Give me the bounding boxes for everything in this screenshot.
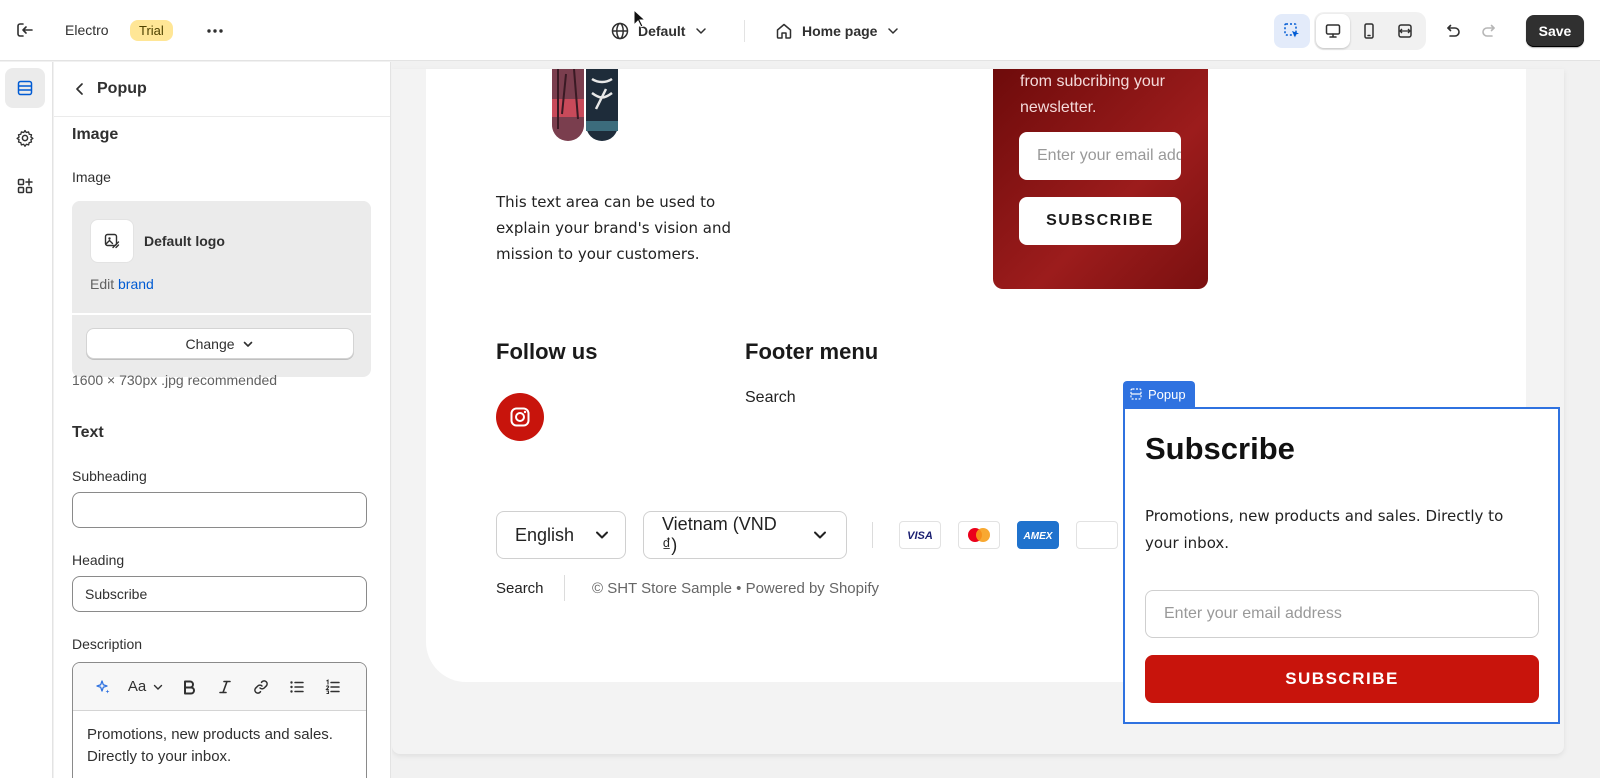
fullwidth-view-icon[interactable] (1388, 14, 1422, 48)
footer-divider (564, 575, 565, 601)
image-section-title: Image (72, 126, 119, 143)
image-placeholder-icon (90, 219, 134, 263)
redo-icon[interactable] (1479, 20, 1501, 42)
footer-menu-heading: Footer menu (745, 339, 879, 364)
popup-subscribe-button[interactable]: SUBSCRIBE (1145, 655, 1539, 703)
amex-wordmark: AMEX (1023, 531, 1054, 541)
footer-divider (872, 522, 873, 548)
image-picker-preview: Default logo Edit brand (72, 201, 371, 315)
store-preview: This text area can be used to explain yo… (392, 69, 1564, 754)
subheading-input[interactable] (72, 492, 367, 528)
store-name[interactable]: Electro (65, 22, 109, 38)
text-style-dropdown[interactable]: Aa (121, 672, 171, 702)
currency-value: Vietnam (VND ₫) (662, 514, 777, 555)
chevron-down-icon (152, 681, 164, 693)
footer-search-link[interactable]: Search (496, 580, 544, 597)
popup-heading: Subscribe (1145, 431, 1295, 466)
globe-icon (610, 21, 630, 41)
back-arrow-icon[interactable] (70, 79, 90, 99)
mastercard-icon (958, 521, 1000, 549)
editor-left-rail (0, 62, 53, 778)
theme-selector[interactable]: Default (610, 19, 709, 43)
panel-title: Popup (97, 80, 147, 97)
description-text[interactable]: Promotions, new products and sales. Dire… (73, 711, 366, 778)
heading-input[interactable] (72, 576, 367, 612)
numbered-list-icon[interactable] (315, 672, 351, 702)
exit-icon[interactable] (14, 19, 36, 41)
subheading-label: Subheading (72, 468, 147, 484)
language-value: English (515, 524, 575, 545)
currency-selector[interactable]: Vietnam (VND ₫) (643, 511, 847, 559)
follow-heading: Follow us (496, 339, 598, 364)
editor-topbar: Electro Trial Default Home page Save (0, 0, 1600, 61)
description-editor: Aa Promotions, new products and sales. D… (72, 662, 367, 778)
footer-menu-search-link[interactable]: Search (745, 389, 796, 407)
more-actions-icon[interactable] (204, 20, 226, 42)
language-selector[interactable]: English (496, 511, 626, 559)
visa-icon: VISA (899, 521, 941, 549)
apps-icon[interactable] (5, 166, 45, 206)
newsletter-block: from subcribing your newsletter. Enter y… (993, 69, 1208, 289)
section-grid-icon (1130, 388, 1142, 400)
rich-text-toolbar: Aa (73, 663, 366, 711)
mouse-cursor-icon (633, 9, 647, 29)
popup-selection-tag[interactable]: Popup (1123, 381, 1195, 407)
amex-icon: AMEX (1017, 521, 1059, 549)
undo-icon[interactable] (1441, 20, 1463, 42)
chevron-down-icon (812, 527, 828, 543)
edit-brand-line: Edit brand (90, 276, 154, 292)
italic-icon[interactable] (207, 672, 243, 702)
snowboard-image (546, 69, 626, 147)
inspector-select-icon[interactable] (1274, 14, 1310, 48)
image-picker: Default logo Edit brand Change (72, 201, 371, 377)
chevron-down-icon (693, 23, 709, 39)
sections-icon[interactable] (5, 68, 45, 108)
chevron-down-icon (594, 527, 610, 543)
save-button[interactable]: Save (1526, 15, 1584, 47)
popup-tag-label: Popup (1148, 386, 1186, 402)
page-label: Home page (802, 23, 878, 39)
page-selector[interactable]: Home page (774, 19, 901, 43)
logo-name: Default logo (144, 233, 225, 249)
payment-icon (1076, 521, 1118, 549)
home-icon (774, 21, 794, 41)
footer-section: This text area can be used to explain yo… (426, 69, 1560, 724)
edit-brand-link[interactable]: brand (118, 276, 154, 292)
text-section-title: Text (72, 424, 104, 441)
topbar-divider (744, 20, 745, 42)
change-image-button[interactable]: Change (86, 328, 354, 359)
trial-badge: Trial (130, 20, 173, 41)
desktop-view-icon[interactable] (1316, 14, 1350, 48)
mobile-view-icon[interactable] (1352, 14, 1386, 48)
newsletter-subscribe-button[interactable]: SUBSCRIBE (1019, 197, 1181, 245)
image-field-label: Image (72, 169, 111, 185)
popup-email-input[interactable]: Enter your email address (1145, 590, 1539, 638)
chevron-down-icon (241, 337, 255, 351)
popup-description: Promotions, new products and sales. Dire… (1145, 507, 1504, 552)
newsletter-text: from subcribing your newsletter. (1020, 73, 1165, 116)
popup-section[interactable]: Subscribe Promotions, new products and s… (1123, 407, 1560, 724)
image-size-hint: 1600 × 730px .jpg recommended (72, 372, 278, 388)
change-button-label: Change (185, 335, 235, 352)
bold-icon[interactable] (171, 672, 207, 702)
visa-wordmark: VISA (907, 530, 933, 541)
instagram-icon[interactable] (496, 393, 544, 441)
bullet-list-icon[interactable] (279, 672, 315, 702)
chevron-down-icon (885, 23, 901, 39)
preview-canvas: This text area can be used to explain yo… (392, 62, 1600, 778)
heading-label: Heading (72, 552, 125, 568)
brand-description: This text area can be used to explain yo… (496, 193, 731, 263)
description-label: Description (72, 636, 143, 652)
newsletter-email-input[interactable]: Enter your email address (1019, 132, 1181, 180)
edit-prefix: Edit (90, 276, 115, 292)
text-style-label: Aa (127, 678, 147, 695)
copyright-text: © SHT Store Sample • Powered by Shopify (592, 580, 879, 597)
panel-header: Popup (54, 62, 390, 117)
ai-sparkle-icon[interactable] (85, 672, 121, 702)
section-settings-panel: Popup Image Image Default logo Edit bran… (54, 62, 391, 778)
settings-gear-icon[interactable] (5, 118, 45, 158)
link-icon[interactable] (243, 672, 279, 702)
viewport-switcher (1314, 12, 1426, 50)
